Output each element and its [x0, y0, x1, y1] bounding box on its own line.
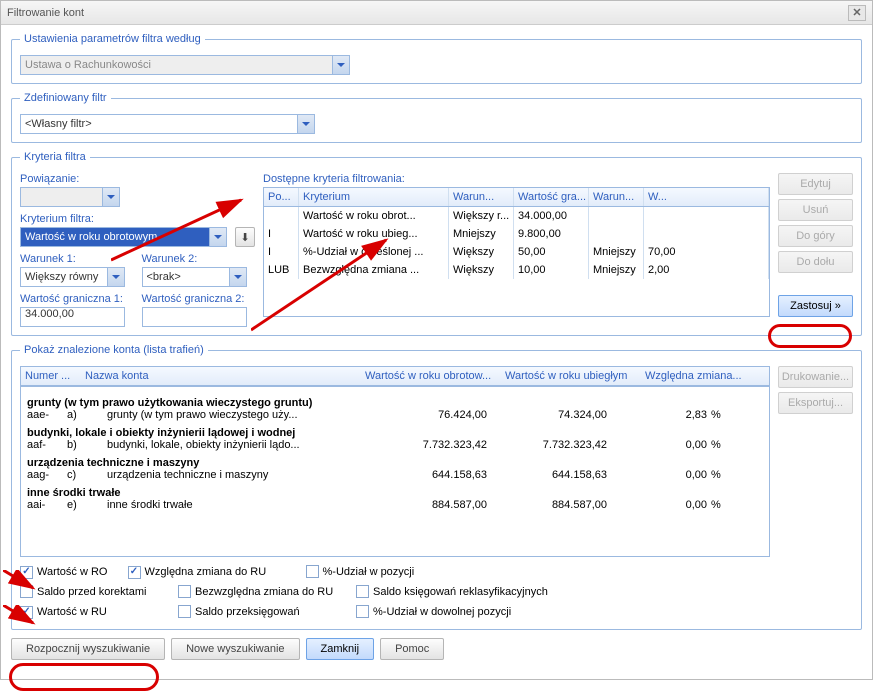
- defined-filter-value: <Własny filtr>: [25, 118, 92, 130]
- print-button[interactable]: Drukowanie...: [778, 366, 853, 388]
- settings-select-value: Ustawa o Rachunkowości: [25, 59, 151, 71]
- export-button[interactable]: Eksportuj...: [778, 392, 853, 414]
- cond1-select[interactable]: Większy równy: [20, 267, 125, 287]
- chevron-down-icon[interactable]: [209, 228, 226, 246]
- col-w1[interactable]: Warun...: [449, 188, 514, 206]
- group-heading: inne środki trwałe: [27, 487, 763, 499]
- col-name[interactable]: Nazwa konta: [81, 367, 361, 385]
- delete-button[interactable]: Usuń: [778, 199, 853, 221]
- cb-pct-any[interactable]: %-Udział w dowolnej pozycji: [356, 605, 511, 618]
- col-v2[interactable]: Wartość w roku ubiegłym: [501, 367, 641, 385]
- list-item[interactable]: aai- e) inne środki trwałe 884.587,00 88…: [27, 499, 763, 511]
- group-heading: grunty (w tym prawo użytkowania wieczyst…: [27, 397, 763, 409]
- label-cond1: Warunek 1:: [20, 253, 134, 265]
- window-title: Filtrowanie kont: [7, 7, 84, 19]
- limit1-input[interactable]: 34.000,00: [20, 307, 125, 327]
- col-v1[interactable]: Wartość w roku obrotow...: [361, 367, 501, 385]
- cb-rebooked[interactable]: Saldo przeksięgowań: [178, 605, 300, 618]
- cb-rel[interactable]: Względna zmiana do RU: [128, 566, 267, 579]
- group-heading: budynki, lokale i obiekty inżynierii ląd…: [27, 427, 763, 439]
- group-criteria-legend: Kryteria filtra: [20, 151, 90, 163]
- list-item[interactable]: aag- c) urządzenia techniczne i maszyny …: [27, 469, 763, 481]
- checkbox-icon: [178, 605, 191, 618]
- move-up-button[interactable]: Do góry: [778, 225, 853, 247]
- col-v1[interactable]: Wartość gra...: [514, 188, 589, 206]
- group-settings-legend: Ustawienia parametrów filtra według: [20, 33, 205, 45]
- col-num[interactable]: Numer ...: [21, 367, 81, 385]
- checkbox-icon: [356, 605, 369, 618]
- chevron-down-icon[interactable]: [332, 56, 349, 74]
- annotation-circle: [9, 663, 159, 691]
- label-criterion: Kryterium filtra:: [20, 213, 255, 225]
- group-settings: Ustawienia parametrów filtra według Usta…: [11, 33, 862, 84]
- criterion-select[interactable]: Wartość w roku obrotowym: [20, 227, 227, 247]
- results-table: Numer ... Nazwa konta Wartość w roku obr…: [20, 366, 770, 387]
- cond2-value: <brak>: [147, 271, 181, 283]
- help-button[interactable]: Pomoc: [380, 638, 444, 660]
- list-item[interactable]: aaf- b) budynki, lokale, obiekty inżynie…: [27, 439, 763, 451]
- criteria-table-header: Po... Kryterium Warun... Wartość gra... …: [264, 188, 769, 207]
- edit-button[interactable]: Edytuj: [778, 173, 853, 195]
- checkbox-icon: [306, 565, 319, 578]
- group-criteria: Kryteria filtra Powiązanie: Kryterium fi…: [11, 151, 862, 336]
- checkbox-icon: [128, 566, 141, 579]
- label-cond2: Warunek 2:: [142, 253, 256, 265]
- group-results-legend: Pokaż znalezione konta (lista trafień): [20, 344, 208, 356]
- col-po[interactable]: Po...: [264, 188, 299, 206]
- link-select[interactable]: [20, 187, 120, 207]
- cb-abs[interactable]: Bezwzględna zmiana do RU: [178, 585, 333, 598]
- checkbox-icon: [20, 606, 33, 619]
- checkbox-icon: [20, 585, 33, 598]
- cond2-select[interactable]: <brak>: [142, 267, 247, 287]
- download-icon[interactable]: ⬇: [235, 227, 255, 247]
- move-down-button[interactable]: Do dołu: [778, 251, 853, 273]
- checkbox-icon: [178, 585, 191, 598]
- table-row[interactable]: I Wartość w roku ubieg... Mniejszy 9.800…: [264, 225, 769, 243]
- cond1-value: Większy równy: [25, 271, 98, 283]
- group-heading: urządzenia techniczne i maszyny: [27, 457, 763, 469]
- col-w2[interactable]: Warun...: [589, 188, 644, 206]
- label-limit2: Wartość graniczna 2:: [142, 293, 256, 305]
- apply-button[interactable]: Zastosuj »: [778, 295, 853, 317]
- list-item[interactable]: aae- a) grunty (w tym prawo wieczystego …: [27, 409, 763, 421]
- cb-ru[interactable]: Wartość w RU: [20, 606, 107, 619]
- label-available: Dostępne kryteria filtrowania:: [263, 173, 770, 185]
- col-pct[interactable]: Względna zmiana...: [641, 367, 769, 385]
- titlebar: Filtrowanie kont ✕: [1, 1, 872, 25]
- dialog-window: Filtrowanie kont ✕ Ustawienia parametrów…: [0, 0, 873, 680]
- table-row[interactable]: LUB Bezwzględna zmiana ... Większy 10,00…: [264, 261, 769, 279]
- chevron-down-icon[interactable]: [229, 268, 246, 286]
- checkbox-icon: [20, 566, 33, 579]
- col-krit[interactable]: Kryterium: [299, 188, 449, 206]
- limit2-input[interactable]: [142, 307, 247, 327]
- chevron-down-icon[interactable]: [102, 188, 119, 206]
- chevron-down-icon[interactable]: [107, 268, 124, 286]
- close-button[interactable]: Zamknij: [306, 638, 375, 660]
- label-link: Powiązanie:: [20, 173, 255, 185]
- criterion-value: Wartość w roku obrotowym: [25, 231, 157, 243]
- limit1-value: 34.000,00: [25, 308, 74, 320]
- cb-r0[interactable]: Wartość w RO: [20, 566, 108, 579]
- settings-select[interactable]: Ustawa o Rachunkowości: [20, 55, 350, 75]
- group-defined-filter: Zdefiniowany filtr <Własny filtr>: [11, 92, 862, 143]
- new-search-button[interactable]: Nowe wyszukiwanie: [171, 638, 299, 660]
- results-table-header: Numer ... Nazwa konta Wartość w roku obr…: [21, 367, 769, 386]
- close-icon[interactable]: ✕: [848, 5, 866, 21]
- start-search-button[interactable]: Rozpocznij wyszukiwanie: [11, 638, 165, 660]
- label-limit1: Wartość graniczna 1:: [20, 293, 134, 305]
- group-results: Pokaż znalezione konta (lista trafień) N…: [11, 344, 862, 630]
- table-row[interactable]: Wartość w roku obrot... Większy r... 34.…: [264, 207, 769, 225]
- col-v2[interactable]: W...: [644, 188, 769, 206]
- checkbox-icon: [356, 585, 369, 598]
- chevron-down-icon[interactable]: [297, 115, 314, 133]
- criteria-table: Po... Kryterium Warun... Wartość gra... …: [263, 187, 770, 317]
- table-row[interactable]: I %-Udział w określonej ... Większy 50,0…: [264, 243, 769, 261]
- defined-filter-select[interactable]: <Własny filtr>: [20, 114, 315, 134]
- cb-reklas[interactable]: Saldo księgowań reklasyfikacyjnych: [356, 585, 548, 598]
- group-defined-filter-legend: Zdefiniowany filtr: [20, 92, 111, 104]
- cb-pct-pos[interactable]: %-Udział w pozycji: [306, 565, 415, 578]
- results-scroll[interactable]: grunty (w tym prawo użytkowania wieczyst…: [20, 387, 770, 557]
- cb-before[interactable]: Saldo przed korektami: [20, 585, 146, 598]
